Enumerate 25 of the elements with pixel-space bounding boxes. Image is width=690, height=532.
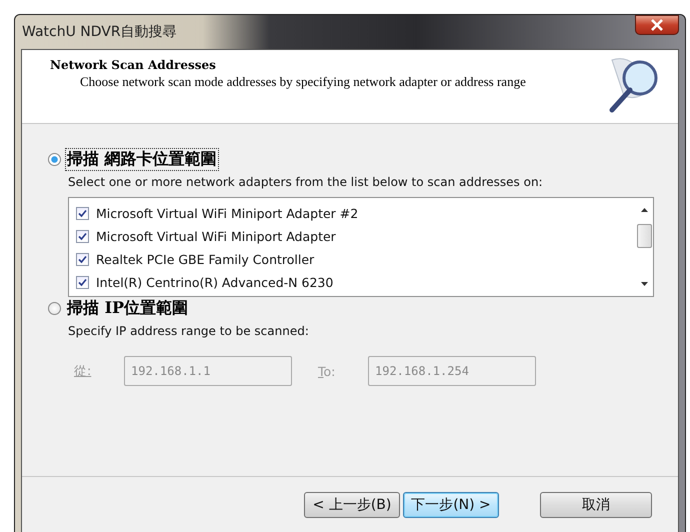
adapter-name[interactable]: Microsoft Virtual WiFi Miniport Adapter #2 — [96, 206, 358, 221]
radio-button[interactable] — [48, 302, 61, 315]
instruction-text: Specify IP address range to be scanned: — [68, 324, 310, 338]
checkbox[interactable] — [76, 230, 89, 243]
instruction-text: Select one or more network adapters from the list below to scan addresses on: — [68, 175, 544, 189]
page-title: Network Scan Addresses — [50, 58, 217, 72]
option-label[interactable]: 掃描 網路卡位置範圍 — [65, 148, 219, 171]
adapter-name[interactable]: Microsoft Virtual WiFi Miniport Adapter — [96, 229, 336, 244]
field-label: To: — [318, 364, 336, 378]
dialog-button[interactable]: 取消 — [540, 492, 652, 518]
close-icon — [650, 19, 664, 31]
window-title: WatchU NDVR自動搜尋 — [21, 23, 177, 41]
dialog-button[interactable]: < 上一步(B) — [304, 492, 400, 518]
page-description: Choose network scan mode addresses by specifying network adapter or address range — [80, 74, 527, 89]
close-button[interactable] — [635, 15, 679, 35]
adapter-name[interactable]: Intel(R) Centrino(R) Advanced-N 6230 — [96, 275, 334, 290]
dialog-button[interactable]: 下一步(N) > — [403, 492, 499, 518]
checkbox[interactable] — [76, 207, 89, 220]
checkbox[interactable] — [76, 276, 89, 289]
field-label: 從: — [74, 362, 92, 380]
scroll-thumb[interactable] — [637, 224, 652, 248]
option-label[interactable]: 掃描 IP位置範圍 — [65, 297, 190, 320]
adapter-name[interactable]: Realtek PCIe GBE Family Controller — [96, 252, 314, 267]
radio-button[interactable] — [48, 153, 61, 166]
checkbox[interactable] — [76, 253, 89, 266]
